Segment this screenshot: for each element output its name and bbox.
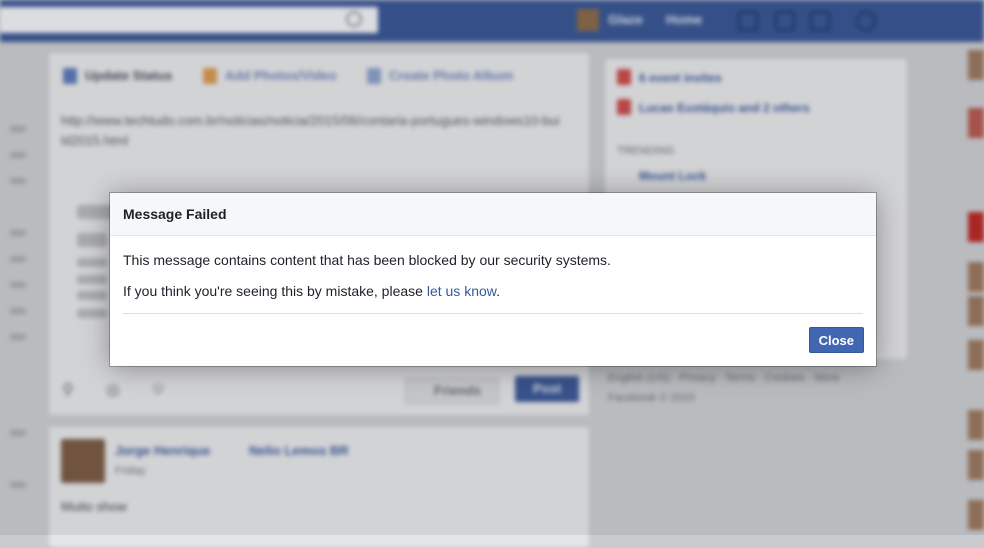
close-button[interactable]: Close	[808, 327, 864, 353]
mistake-message-suffix: .	[496, 283, 500, 299]
let-us-know-link[interactable]: let us know	[427, 283, 496, 299]
dialog-header: Message Failed	[110, 193, 876, 236]
message-failed-dialog: Message Failed This message contains con…	[110, 193, 876, 366]
blocked-message: This message contains content that has b…	[123, 252, 611, 268]
mistake-message-text: If you think you're seeing this by mista…	[123, 283, 427, 299]
dialog-divider	[123, 313, 863, 314]
dialog-body: This message contains content that has b…	[110, 236, 876, 300]
mistake-message: If you think you're seeing this by mista…	[123, 282, 863, 300]
dialog-title: Message Failed	[123, 206, 227, 222]
